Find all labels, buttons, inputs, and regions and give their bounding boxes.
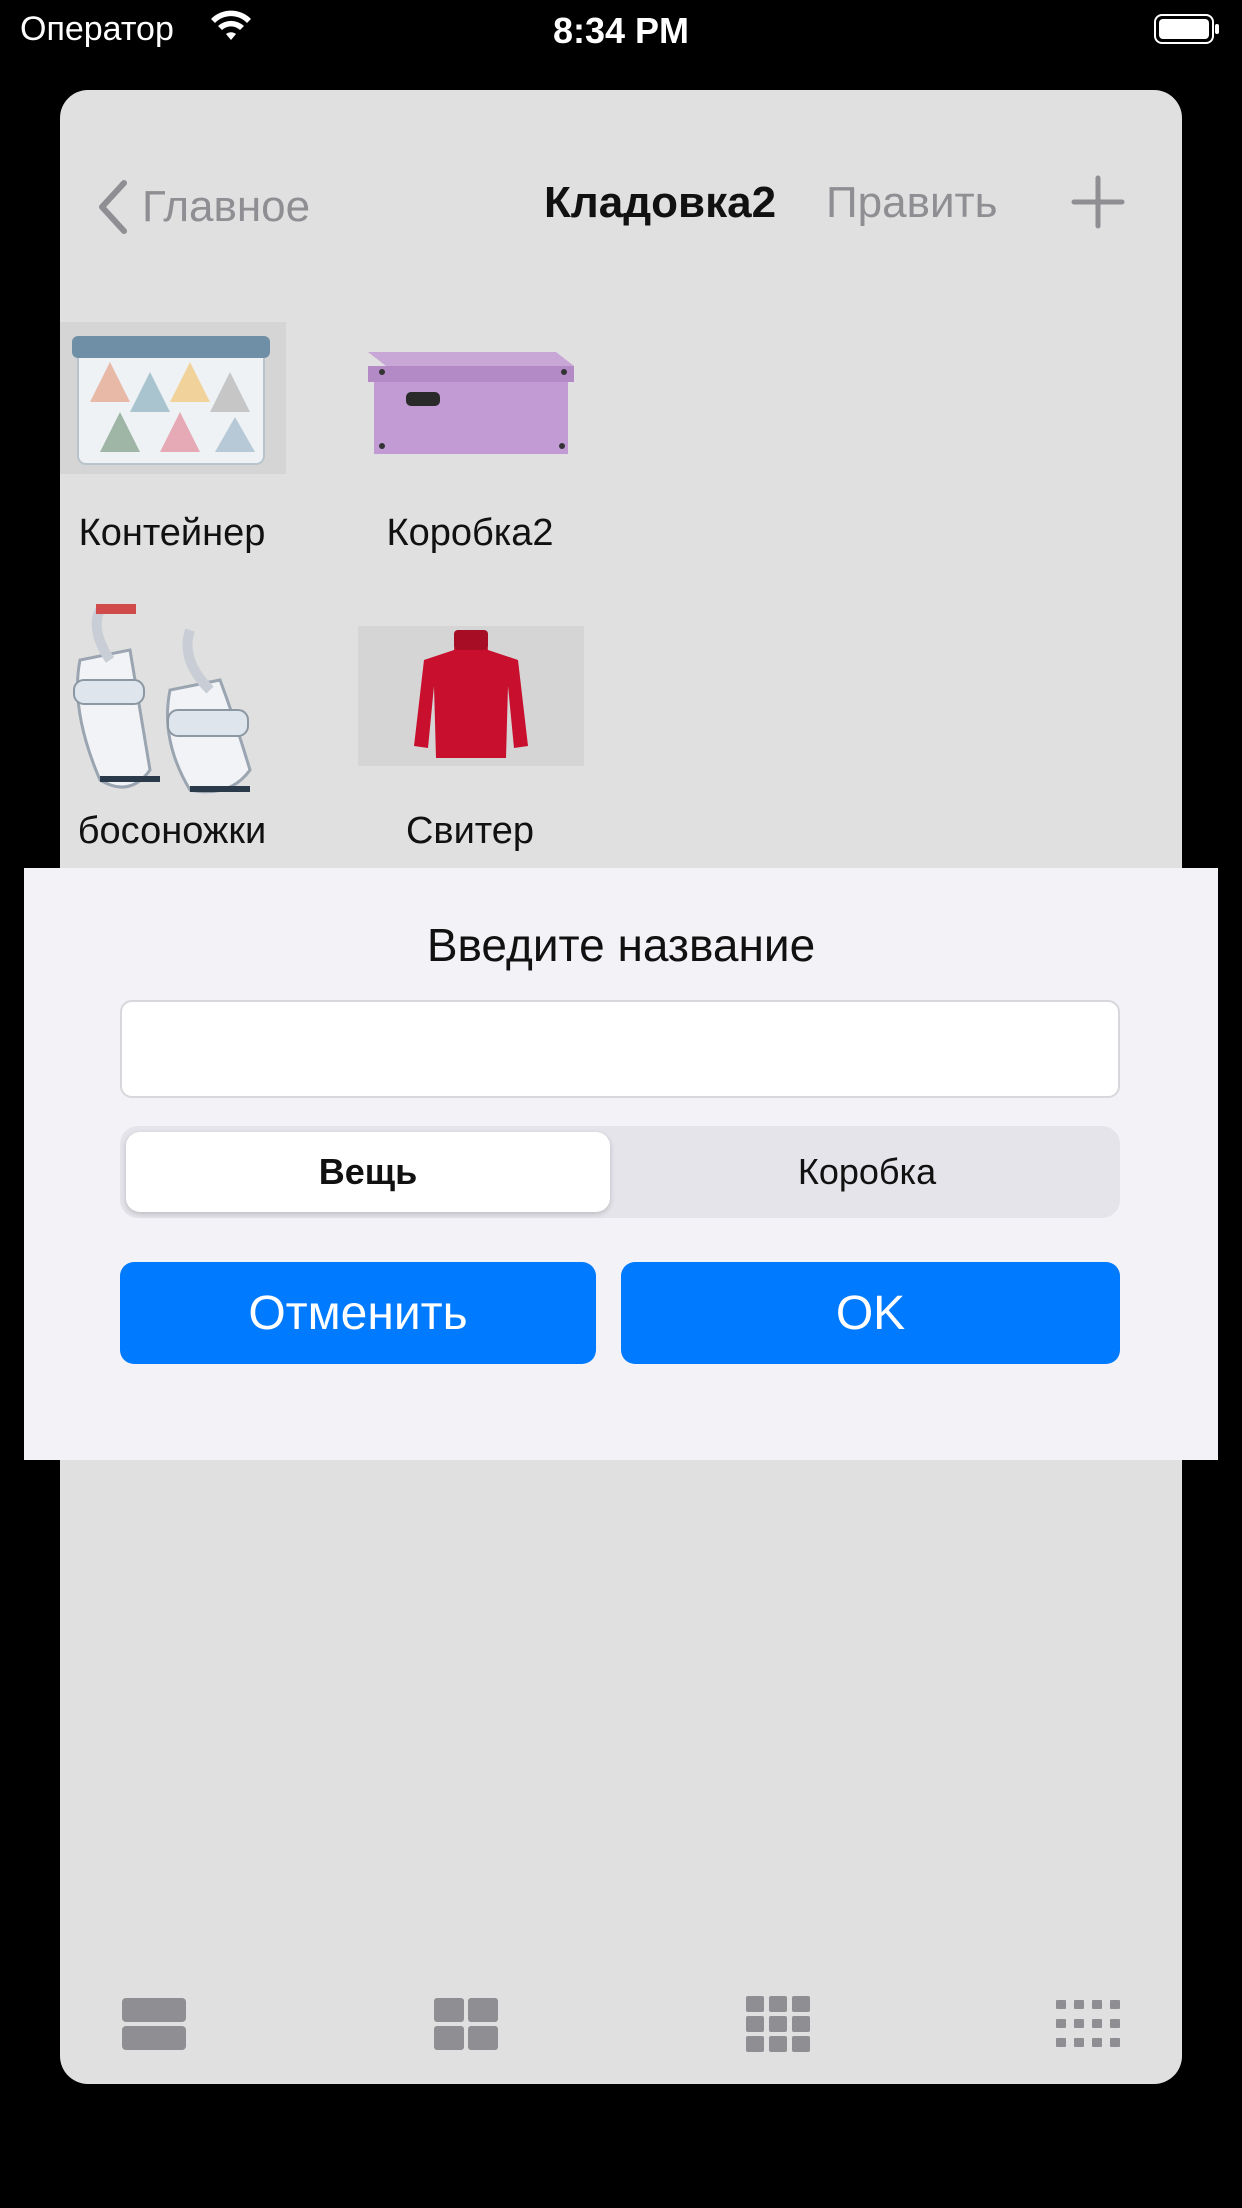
item-label: босоножки — [77, 810, 267, 852]
list-item[interactable]: Коробка2 — [350, 512, 590, 555]
edit-button[interactable]: Править — [826, 178, 998, 228]
clock: 8:34 PM — [552, 10, 690, 51]
item-label: Свитер — [405, 810, 535, 852]
name-input[interactable] — [120, 1000, 1120, 1098]
layout-4-column-button[interactable] — [1056, 1996, 1120, 2052]
page-title: Кладовка2 — [543, 178, 777, 227]
back-button[interactable]: Главное — [94, 172, 310, 242]
dialog-title: Введите название — [426, 919, 816, 971]
back-label: Главное — [142, 182, 311, 231]
segment-box[interactable]: Коробка — [620, 1132, 1114, 1212]
layout-3-column-button[interactable] — [746, 1996, 810, 2052]
list-item[interactable]: Контейнер — [60, 512, 292, 555]
list-item[interactable]: Свитер — [350, 810, 590, 853]
layout-1-column-button[interactable] — [122, 1996, 186, 2052]
layout-1-column-icon — [122, 1998, 186, 2050]
status-bar: Оператор 8:34 PM — [0, 0, 1242, 62]
list-item[interactable]: босоножки — [60, 810, 292, 853]
chevron-left-icon — [99, 180, 127, 234]
item-label: Контейнер — [78, 512, 266, 554]
layout-3-column-icon — [746, 1996, 810, 2052]
layout-2-column-icon — [434, 1998, 498, 2050]
segment-item[interactable]: Вещь — [126, 1132, 610, 1212]
sandals-image[interactable] — [60, 590, 286, 800]
layout-4-column-icon — [1056, 2000, 1120, 2047]
name-dialog: Введите название Вещь Коробка Отменить O… — [24, 868, 1218, 1460]
add-button[interactable] — [1068, 172, 1128, 232]
item-label: Коробка2 — [386, 512, 554, 554]
layout-2-column-button[interactable] — [434, 1996, 498, 2052]
cancel-button[interactable]: Отменить — [120, 1262, 596, 1364]
plus-icon — [1071, 175, 1125, 229]
container-image[interactable] — [60, 322, 286, 474]
battery-icon — [1154, 14, 1220, 44]
sweater-image[interactable] — [358, 626, 584, 766]
ok-button[interactable]: OK — [621, 1262, 1120, 1364]
type-segmented-control: Вещь Коробка — [120, 1126, 1120, 1218]
box-image[interactable] — [356, 322, 582, 474]
